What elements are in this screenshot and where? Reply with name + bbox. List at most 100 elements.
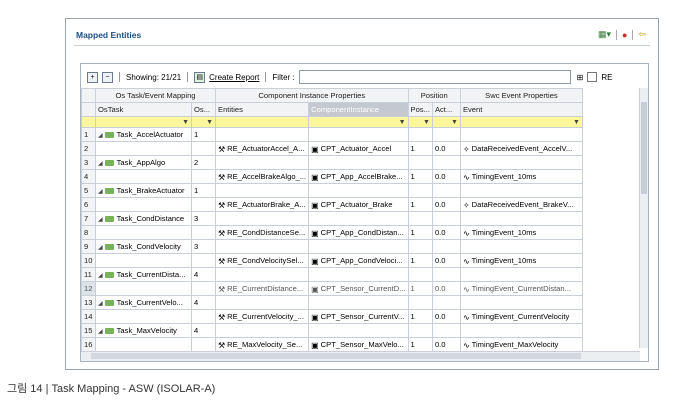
component-cell[interactable]: ▣ CPT_Sensor_MaxVelo...: [308, 337, 409, 352]
component-cell[interactable]: ▣ CPT_Actuator_Brake: [308, 197, 409, 212]
component-cell[interactable]: ▣ CPT_App_CondVeloci...: [308, 253, 409, 268]
pos-cell[interactable]: 1: [407, 253, 433, 268]
entity-cell[interactable]: ⚒ RE_CondDistanceSe...: [214, 225, 310, 240]
component-cell[interactable]: ▣ CPT_App_CondDistan...: [308, 225, 409, 240]
collapse-all-icon[interactable]: −: [102, 71, 113, 83]
pos-cell[interactable]: 1: [407, 281, 433, 296]
pos-cell[interactable]: [407, 323, 433, 338]
column-header-pos[interactable]: Pos...: [407, 102, 433, 117]
group-header-swc-event[interactable]: Swc Event Properties: [459, 88, 583, 103]
act-cell[interactable]: 0.0: [431, 141, 461, 156]
table-row[interactable]: 3 ◢ Task_AppAlgo 2: [81, 155, 583, 170]
act-cell[interactable]: 0.0: [431, 309, 461, 324]
ostask-cell[interactable]: [95, 197, 192, 212]
act-cell[interactable]: [431, 323, 461, 338]
entity-cell[interactable]: [214, 323, 310, 338]
row-number[interactable]: 15: [81, 323, 96, 338]
column-header-event[interactable]: Event: [459, 102, 583, 117]
row-number[interactable]: 11: [81, 267, 96, 282]
ostask-cell[interactable]: [95, 225, 192, 240]
act-cell[interactable]: 0.0: [431, 225, 461, 240]
table-view-icon[interactable]: ▦▾: [598, 29, 611, 40]
filter-cell[interactable]: ▼: [459, 116, 583, 128]
row-number[interactable]: 16: [81, 337, 96, 352]
expand-all-icon[interactable]: +: [87, 71, 98, 83]
entity-cell[interactable]: ⚒ RE_ActuatorBrake_A...: [214, 197, 310, 212]
row-number[interactable]: 1: [81, 127, 96, 142]
act-cell[interactable]: 0.0: [431, 197, 461, 212]
expand-arrow-icon[interactable]: ◢: [98, 301, 103, 307]
table-row[interactable]: 2 ⚒ RE_ActuatorAccel_A... ▣ CPT_Actuator_Acc…: [81, 141, 583, 156]
event-cell[interactable]: [459, 183, 583, 198]
ostask-cell[interactable]: ◢ Task_BrakeActuator: [95, 183, 192, 198]
pos-cell[interactable]: 1: [407, 337, 433, 352]
os-cell[interactable]: 4: [191, 323, 216, 338]
event-cell[interactable]: ∿ TimingEvent_MaxVelocity: [459, 337, 583, 352]
scrollbar-thumb[interactable]: [641, 102, 647, 194]
table-row[interactable]: 12 ⚒ RE_CurrentDistance... ▣ CPT_Sensor_Curr…: [81, 281, 583, 296]
table-row[interactable]: 15 ◢ Task_MaxVelocity 4: [81, 323, 583, 338]
os-cell[interactable]: [191, 281, 216, 296]
group-header-position[interactable]: Position: [407, 88, 461, 103]
pos-cell[interactable]: 1: [407, 169, 433, 184]
expand-arrow-icon[interactable]: ◢: [98, 273, 103, 279]
ostask-cell[interactable]: [95, 141, 192, 156]
entity-cell[interactable]: ⚒ RE_MaxVelocity_Se...: [214, 337, 310, 352]
event-cell[interactable]: ∿ TimingEvent_10ms: [459, 225, 583, 240]
os-cell[interactable]: [191, 253, 216, 268]
row-number[interactable]: 3: [81, 155, 96, 170]
entity-cell[interactable]: ⚒ RE_CurrentVelocity_...: [214, 309, 310, 324]
act-cell[interactable]: [431, 267, 461, 282]
column-header-act[interactable]: Act...: [431, 102, 461, 117]
scrollbar-thumb[interactable]: [91, 353, 581, 359]
os-cell[interactable]: 1: [191, 183, 216, 198]
link-editor-icon[interactable]: ⇦: [638, 29, 646, 40]
ostask-cell[interactable]: ◢ Task_MaxVelocity: [95, 323, 192, 338]
event-cell[interactable]: ∿ TimingEvent_10ms: [459, 253, 583, 268]
table-row[interactable]: 16 ⚒ RE_MaxVelocity_Se... ▣ CPT_Sensor_MaxVe…: [81, 337, 583, 352]
ostask-cell[interactable]: [95, 169, 192, 184]
expand-arrow-icon[interactable]: ◢: [98, 245, 103, 251]
ostask-cell[interactable]: ◢ Task_CurrentVelo...: [95, 295, 192, 310]
filter-cell[interactable]: ▼: [191, 116, 216, 128]
event-cell[interactable]: ∿ TimingEvent_CurrentVelocity: [459, 309, 583, 324]
pos-cell[interactable]: [407, 211, 433, 226]
table-row[interactable]: 9 ◢ Task_CondVelocity 3: [81, 239, 583, 254]
create-report-link[interactable]: Create Report: [209, 73, 259, 82]
pos-cell[interactable]: [407, 267, 433, 282]
table-row[interactable]: 8 ⚒ RE_CondDistanceSe... ▣ CPT_App_CondDista…: [81, 225, 583, 240]
column-header-os[interactable]: Os...: [191, 102, 216, 117]
ostask-cell[interactable]: [95, 337, 192, 352]
ostask-cell[interactable]: ◢ Task_AppAlgo: [95, 155, 192, 170]
act-cell[interactable]: [431, 239, 461, 254]
table-row[interactable]: 4 ⚒ RE_AccelBrakeAlgo_... ▣ CPT_App_AccelBra…: [81, 169, 583, 184]
component-cell[interactable]: ▣ CPT_App_AccelBrake...: [308, 169, 409, 184]
pos-cell[interactable]: [407, 183, 433, 198]
event-cell[interactable]: [459, 211, 583, 226]
vertical-scrollbar[interactable]: [639, 88, 648, 348]
re-checkbox[interactable]: [587, 72, 598, 82]
table-row[interactable]: 1 ◢ Task_AccelActuator 1: [81, 127, 583, 142]
row-number[interactable]: 13: [81, 295, 96, 310]
entity-cell[interactable]: ⚒ RE_CondVelocitySel...: [214, 253, 310, 268]
group-header-component[interactable]: Component Instance Properties: [215, 88, 409, 103]
report-icon[interactable]: ▤: [194, 71, 206, 83]
os-cell[interactable]: [191, 225, 216, 240]
funnel-icon[interactable]: ▼: [573, 119, 580, 126]
funnel-icon[interactable]: ▼: [182, 119, 189, 126]
row-number[interactable]: 7: [81, 211, 96, 226]
filter-cell[interactable]: ▼: [308, 116, 409, 128]
event-cell[interactable]: ✧ DataReceivedEvent_BrakeV...: [459, 197, 583, 212]
entity-cell[interactable]: [214, 155, 310, 170]
row-number[interactable]: 6: [81, 197, 96, 212]
table-row[interactable]: 13 ◢ Task_CurrentVelo... 4: [81, 295, 583, 310]
row-number[interactable]: 9: [81, 239, 96, 254]
column-header-entities[interactable]: Entities: [214, 102, 310, 117]
pos-cell[interactable]: 1: [407, 225, 433, 240]
act-cell[interactable]: [431, 183, 461, 198]
expand-arrow-icon[interactable]: ◢: [98, 329, 103, 335]
row-number[interactable]: 8: [81, 225, 96, 240]
event-cell[interactable]: [459, 267, 583, 282]
os-cell[interactable]: 3: [191, 211, 216, 226]
os-cell[interactable]: 4: [191, 267, 216, 282]
